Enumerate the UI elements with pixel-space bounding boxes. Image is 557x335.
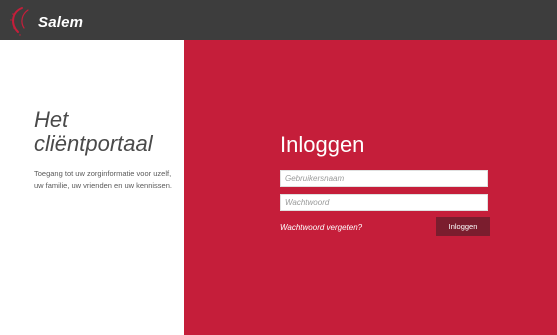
top-header-bar: Salem bbox=[0, 0, 557, 40]
intro-panel: Het cliëntportaal Toegang tot uw zorginf… bbox=[0, 40, 184, 335]
login-panel: Inloggen Wachtwoord vergeten? Inloggen bbox=[184, 40, 557, 335]
intro-description: Toegang tot uw zorginformatie voor uzelf… bbox=[34, 169, 172, 190]
login-button[interactable]: Inloggen bbox=[436, 217, 490, 236]
username-input[interactable] bbox=[280, 170, 488, 187]
title-line-2: cliëntportaal bbox=[34, 131, 153, 156]
password-input[interactable] bbox=[280, 194, 488, 211]
page-title: Het cliëntportaal bbox=[34, 108, 184, 156]
forgot-password-link[interactable]: Wachtwoord vergeten? bbox=[280, 223, 362, 232]
salem-logo[interactable]: Salem bbox=[8, 6, 98, 36]
login-title: Inloggen bbox=[280, 132, 365, 157]
logo-text: Salem bbox=[38, 14, 84, 31]
logo-swoosh-icon bbox=[10, 7, 29, 36]
title-line-1: Het bbox=[34, 107, 69, 132]
